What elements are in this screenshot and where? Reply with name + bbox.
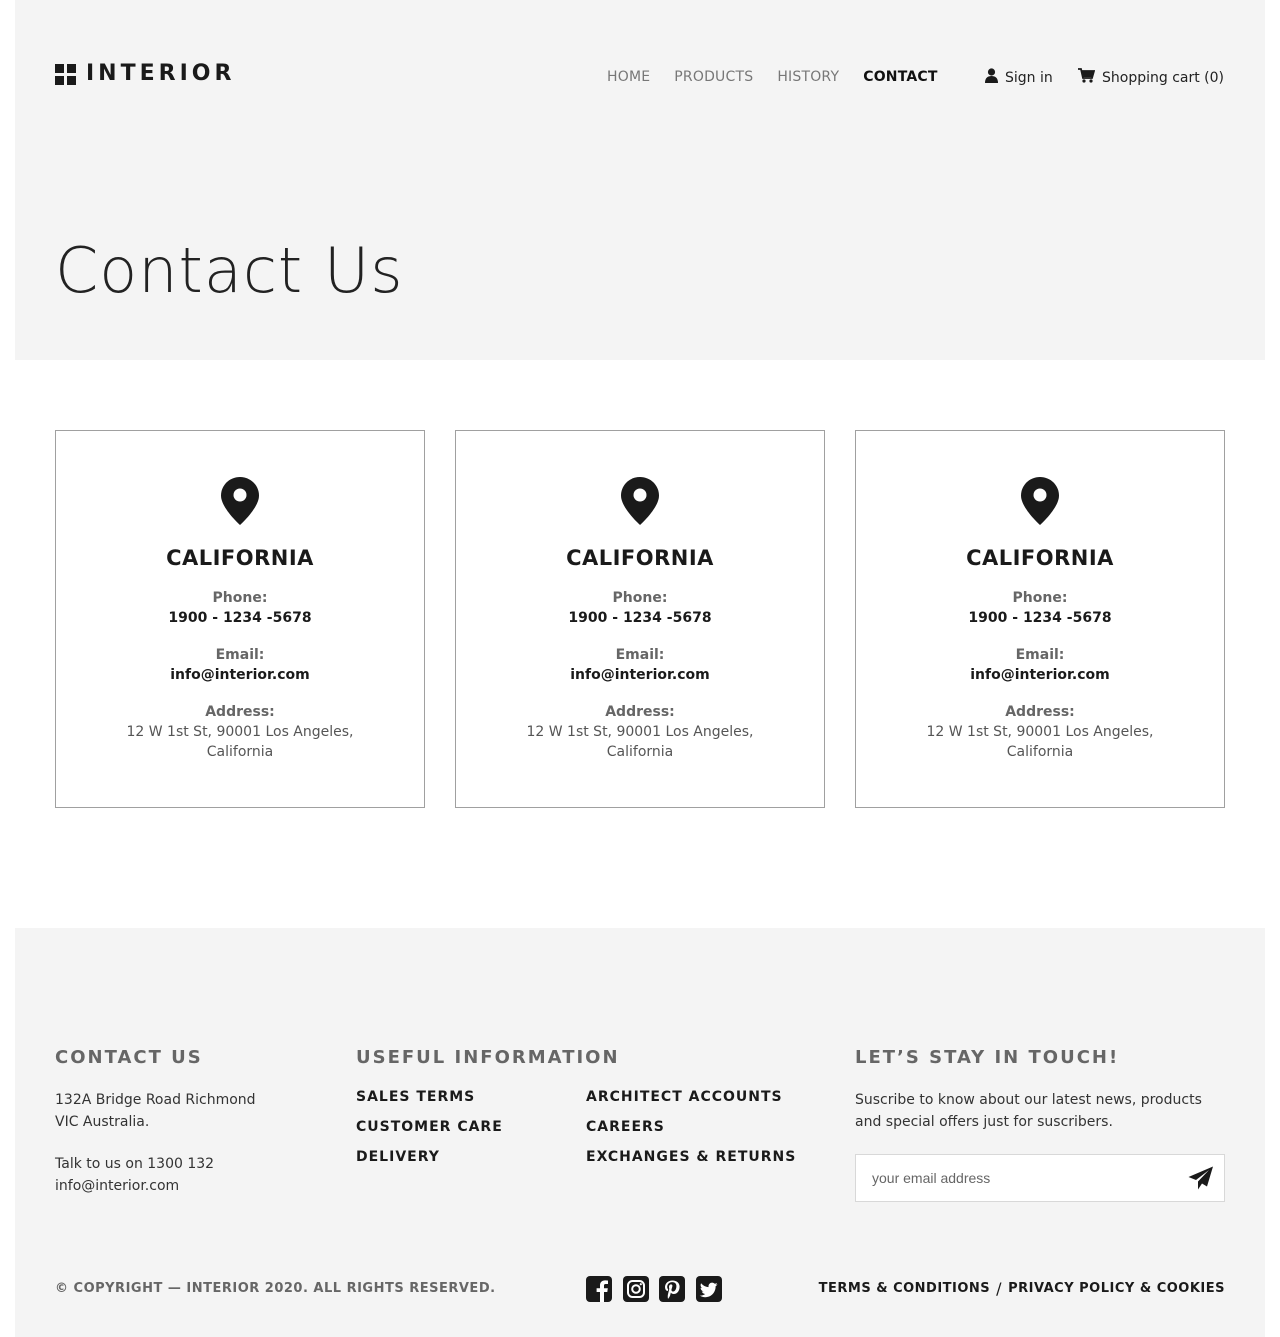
- email-value[interactable]: info@interior.com: [456, 666, 824, 684]
- location-city: CALIFORNIA: [566, 546, 714, 570]
- legal-separator: /: [996, 1279, 1003, 1298]
- main-nav: HOME PRODUCTS HISTORY CONTACT: [607, 68, 962, 86]
- email-value[interactable]: info@interior.com: [56, 666, 424, 684]
- twitter-icon[interactable]: [695, 1276, 722, 1302]
- location-pin-icon: [621, 477, 659, 529]
- nav-history[interactable]: HISTORY: [777, 68, 839, 86]
- logo-grid-icon: [55, 63, 76, 85]
- email-label: Email:: [215, 647, 265, 663]
- logo-text: INTERIOR: [86, 61, 236, 86]
- newsletter-text-line: and special offers just for suscribers.: [855, 1114, 1113, 1130]
- footer-link-architect-accounts[interactable]: ARCHITECT ACCOUNTS: [586, 1088, 796, 1106]
- footer-contact-heading: CONTACT US: [55, 1047, 203, 1068]
- footer-link-careers[interactable]: CAREERS: [586, 1118, 796, 1136]
- instagram-icon[interactable]: [622, 1276, 649, 1302]
- send-icon[interactable]: [1188, 1166, 1214, 1190]
- footer-contact-details: Talk to us on 1300 132 info@interior.com: [55, 1153, 214, 1197]
- footer-useful-heading: USEFUL INFORMATION: [356, 1047, 620, 1068]
- sign-in-link[interactable]: Sign in: [985, 68, 1053, 88]
- footer-address: 132A Bridge Road Richmond VIC Australia.: [55, 1089, 256, 1133]
- user-icon: [985, 68, 998, 88]
- copyright-text: © COPYRIGHT — INTERIOR 2020. ALL RIGHTS …: [55, 1281, 496, 1296]
- newsletter-form: [855, 1154, 1225, 1202]
- nav-home[interactable]: HOME: [607, 68, 650, 86]
- phone-label: Phone:: [212, 590, 268, 606]
- location-card: CALIFORNIA Phone: 1900 - 1234 -5678 Emai…: [855, 430, 1225, 808]
- address-label: Address:: [205, 704, 275, 720]
- address-value: 12 W 1st St, 90001 Los Angeles, Californ…: [126, 724, 354, 760]
- footer-link-exchanges-returns[interactable]: EXCHANGES & RETURNS: [586, 1148, 796, 1166]
- location-city: CALIFORNIA: [966, 546, 1114, 570]
- newsletter-email-input[interactable]: [872, 1155, 1162, 1201]
- phone-value: 1900 - 1234 -5678: [168, 610, 312, 626]
- email-label: Email:: [615, 647, 665, 663]
- newsletter-text-line: Suscribe to know about our latest news, …: [855, 1092, 1202, 1108]
- address-label: Address:: [1005, 704, 1075, 720]
- footer-address-line: 132A Bridge Road Richmond: [55, 1092, 256, 1108]
- phone-label: Phone:: [1012, 590, 1068, 606]
- sign-in-label: Sign in: [1005, 70, 1053, 86]
- location-card: CALIFORNIA Phone: 1900 - 1234 -5678 Emai…: [55, 430, 425, 808]
- logo[interactable]: INTERIOR: [55, 62, 235, 86]
- footer-links-col1: SALES TERMS CUSTOMER CARE DELIVERY: [356, 1088, 503, 1178]
- contact-page: INTERIOR HOME PRODUCTS HISTORY CONTACT S…: [0, 0, 1280, 1337]
- footer-link-customer-care[interactable]: CUSTOMER CARE: [356, 1118, 503, 1136]
- footer: CONTACT US 132A Bridge Road Richmond VIC…: [15, 928, 1265, 1337]
- header-hero: INTERIOR HOME PRODUCTS HISTORY CONTACT S…: [15, 0, 1265, 360]
- location-pin-icon: [221, 477, 259, 529]
- shopping-cart-link[interactable]: Shopping cart (0): [1078, 68, 1224, 88]
- nav-contact[interactable]: CONTACT: [863, 68, 937, 86]
- newsletter-description: Suscribe to know about our latest news, …: [855, 1089, 1202, 1133]
- address-label: Address:: [605, 704, 675, 720]
- email-label: Email:: [1015, 647, 1065, 663]
- pinterest-icon[interactable]: [659, 1276, 685, 1302]
- address-value: 12 W 1st St, 90001 Los Angeles, Californ…: [526, 724, 754, 760]
- page-title: Contact Us: [55, 234, 404, 307]
- footer-address-line: VIC Australia.: [55, 1114, 150, 1130]
- address-value: 12 W 1st St, 90001 Los Angeles, Californ…: [926, 724, 1154, 760]
- phone-value: 1900 - 1234 -5678: [568, 610, 712, 626]
- footer-link-delivery[interactable]: DELIVERY: [356, 1148, 503, 1166]
- footer-email[interactable]: info@interior.com: [55, 1175, 214, 1197]
- legal-links: TERMS & CONDITIONS / PRIVACY POLICY & CO…: [819, 1280, 1225, 1298]
- footer-link-sales-terms[interactable]: SALES TERMS: [356, 1088, 503, 1106]
- nav-products[interactable]: PRODUCTS: [674, 68, 753, 86]
- privacy-link[interactable]: PRIVACY POLICY & COOKIES: [1008, 1280, 1225, 1298]
- cart-icon: [1078, 68, 1096, 88]
- location-pin-icon: [1021, 477, 1059, 529]
- facebook-icon[interactable]: [586, 1276, 612, 1302]
- terms-link[interactable]: TERMS & CONDITIONS: [819, 1280, 991, 1298]
- phone-label: Phone:: [612, 590, 668, 606]
- shopping-cart-label: Shopping cart (0): [1102, 70, 1225, 86]
- phone-value: 1900 - 1234 -5678: [968, 610, 1112, 626]
- footer-links-col2: ARCHITECT ACCOUNTS CAREERS EXCHANGES & R…: [586, 1088, 796, 1178]
- email-value[interactable]: info@interior.com: [856, 666, 1224, 684]
- social-links: [586, 1276, 732, 1302]
- footer-newsletter-heading: LET’S STAY IN TOUCH!: [855, 1047, 1120, 1068]
- location-card: CALIFORNIA Phone: 1900 - 1234 -5678 Emai…: [455, 430, 825, 808]
- location-city: CALIFORNIA: [166, 546, 314, 570]
- footer-phone: Talk to us on 1300 132: [55, 1156, 215, 1172]
